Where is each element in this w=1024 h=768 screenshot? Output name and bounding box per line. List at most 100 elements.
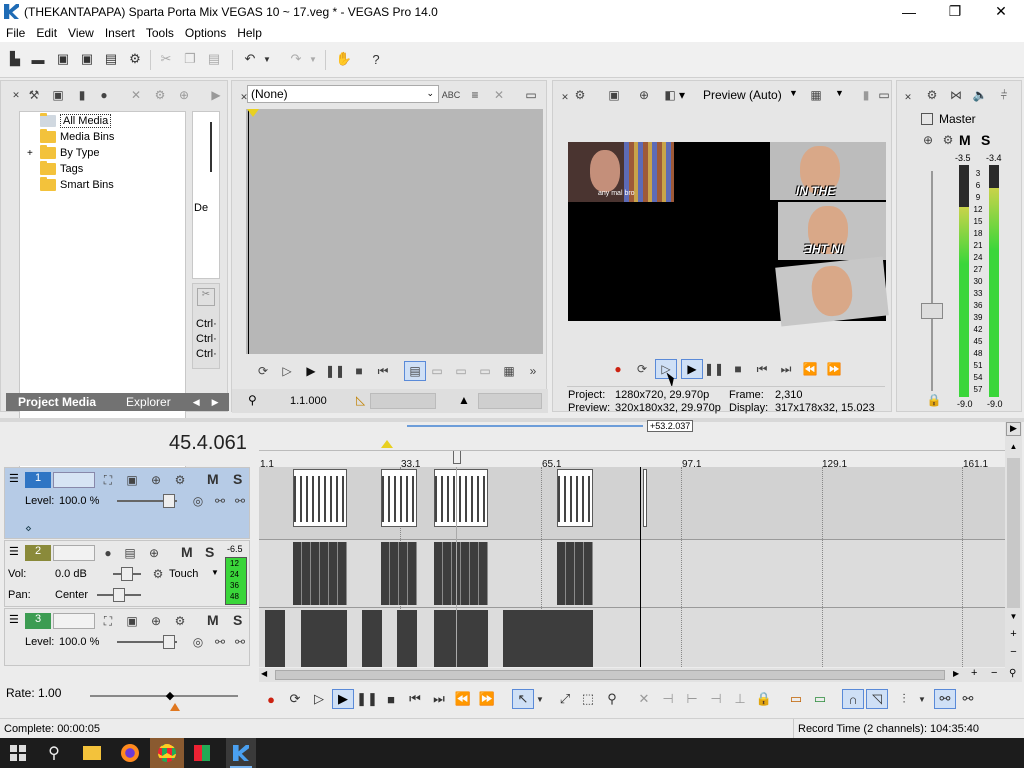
video-clip[interactable] — [557, 469, 593, 527]
cut-icon[interactable]: ✂ — [158, 51, 174, 67]
collapse-icon[interactable]: ☰ — [9, 613, 19, 626]
speaker-icon[interactable]: 🔈 — [973, 88, 988, 102]
zoom-out-horizontal-icon[interactable]: − — [991, 667, 997, 679]
go-to-end-icon[interactable]: ⏭ — [779, 362, 793, 376]
zoom-tool-icon[interactable]: ⚲ — [1009, 668, 1016, 679]
redo-dropdown-icon[interactable]: ▼ — [308, 51, 318, 67]
downmix-icon[interactable]: ⋈ — [949, 88, 963, 102]
master-settings-icon[interactable]: ⚙ — [941, 133, 955, 147]
file-explorer-icon[interactable] — [80, 742, 104, 764]
tree-item-by-type[interactable]: + By Type — [27, 145, 100, 161]
rate-handle-icon[interactable]: ◆ — [162, 689, 178, 703]
marker-panel-icon[interactable]: ▶ — [1006, 422, 1021, 436]
automation-mode-dropdown[interactable]: Touch — [169, 568, 198, 580]
external-monitor-icon[interactable]: ▣ — [607, 88, 621, 102]
trim-icon[interactable]: ⊣ — [658, 689, 678, 709]
master-mute-button[interactable]: M — [959, 132, 971, 148]
save-icon[interactable]: ▣ — [55, 51, 71, 67]
video-clip[interactable] — [293, 469, 347, 527]
web-icon[interactable]: ● — [97, 88, 111, 102]
loop-region-bar[interactable] — [407, 425, 643, 427]
timeline-vscroll[interactable]: ▶ ▲ ▼ + − — [1005, 422, 1022, 682]
play-from-start-icon[interactable]: ▷ — [309, 689, 329, 709]
move-icon[interactable]: ⊕ — [177, 88, 191, 102]
settings-icon[interactable]: ⚙ — [173, 473, 187, 487]
master-fx-icon[interactable]: ⊕ — [921, 133, 935, 147]
scroll-up-icon[interactable]: ▲ — [1006, 442, 1021, 456]
menu-help[interactable]: Help — [231, 26, 267, 40]
compositing-icon[interactable]: ⊕ — [149, 614, 163, 628]
undo-icon[interactable]: ↶ — [242, 51, 258, 67]
video-clip[interactable] — [434, 610, 488, 667]
paste-icon[interactable]: ▤ — [206, 51, 222, 67]
next-frame-icon[interactable]: ⏩ — [827, 362, 842, 376]
replace-icon[interactable]: ▭ — [478, 364, 492, 378]
overlays-icon[interactable]: ◧ — [663, 88, 677, 102]
track-name-field[interactable] — [53, 613, 95, 629]
play-icon[interactable]: ▶ — [304, 364, 318, 378]
record-icon[interactable]: ● — [611, 362, 625, 376]
loop-icon[interactable]: ⟳ — [635, 362, 649, 376]
track-header-1[interactable]: ☰ 1 ⛶ ▣ ⊕ ⚙ M S Level: 100.0 % ◎ ⚯ ⚯ ⋄ — [4, 467, 250, 539]
track-header-2[interactable]: ☰ 2 ● ▤ ⊕ M S -6.5 12 24 36 48 Vol: 0.0 … — [4, 540, 250, 607]
expand-icon[interactable]: + — [27, 148, 33, 159]
panel-close-icon[interactable]: ✕ — [558, 90, 572, 104]
master-solo-button[interactable]: S — [981, 132, 990, 148]
app-tiles-icon[interactable] — [190, 742, 214, 764]
plugin-icon[interactable]: ✋ — [336, 51, 352, 67]
level-slider[interactable] — [117, 494, 177, 508]
trim-start-icon[interactable]: ⊢ — [682, 689, 702, 709]
firefox-icon[interactable] — [118, 742, 142, 764]
track-motion-icon[interactable]: ⛶ — [101, 473, 115, 487]
track-name-field[interactable] — [53, 545, 95, 561]
parent-icon[interactable]: ⚯ — [213, 635, 227, 649]
track-name-field[interactable] — [53, 472, 95, 488]
scroll-right-icon[interactable]: ▶ — [953, 669, 959, 678]
copy-snapshot-icon[interactable]: ▮ — [859, 88, 873, 102]
open-icon[interactable]: ▬ — [30, 51, 46, 67]
fit-icon[interactable]: ▦ — [502, 364, 516, 378]
video-clip[interactable] — [397, 610, 417, 667]
zoom-tool-icon[interactable]: ⚲ — [602, 689, 622, 709]
scroll-left-icon[interactable]: ◀ — [261, 669, 267, 678]
mute-button[interactable]: M — [207, 612, 219, 628]
scroll-down-icon[interactable]: ▼ — [1006, 612, 1021, 626]
menu-insert[interactable]: Insert — [99, 26, 140, 40]
pause-icon[interactable]: ❚❚ — [356, 689, 378, 709]
menu-file[interactable]: File — [0, 26, 30, 40]
new-project-icon[interactable]: ▙ — [7, 51, 23, 67]
play-icon[interactable]: ▶ — [332, 689, 354, 709]
level-slider[interactable] — [117, 635, 177, 649]
stop-icon[interactable]: ■ — [381, 689, 401, 709]
audio-clip[interactable] — [381, 542, 417, 605]
tree-item-tags[interactable]: Tags — [40, 161, 83, 177]
composite-mode-icon[interactable]: ◎ — [191, 494, 205, 508]
loop-icon[interactable]: ⟳ — [256, 364, 270, 378]
window-icon[interactable]: ▭ — [524, 88, 538, 102]
region-insert-icon[interactable]: ▭ — [810, 689, 830, 709]
trim-end-icon[interactable]: ⊣ — [706, 689, 726, 709]
normal-edit-tool-icon[interactable]: ↖ — [512, 689, 534, 709]
volume-slider[interactable] — [113, 567, 141, 581]
undo-dropdown-icon[interactable]: ▼ — [262, 51, 272, 67]
menu-edit[interactable]: Edit — [30, 26, 62, 40]
marker-insert-icon[interactable]: ▭ — [786, 689, 806, 709]
fx-bypass-icon[interactable]: ⚯ — [233, 494, 247, 508]
whats-this-help-icon[interactable]: ? — [368, 51, 384, 67]
selection-start-field[interactable] — [370, 393, 436, 409]
tree-item-smart-bins[interactable]: Smart Bins — [40, 177, 114, 193]
start-icon[interactable] — [6, 742, 30, 764]
tab-project-media[interactable]: Project Media — [6, 393, 102, 411]
ripple-dropdown-icon[interactable]: ▼ — [916, 689, 928, 709]
menu-view[interactable]: View — [62, 26, 99, 40]
vegas-taskbar-icon[interactable] — [226, 738, 256, 768]
video-clip[interactable] — [381, 469, 417, 527]
video-clip[interactable] — [362, 610, 382, 667]
selection-tool-icon[interactable]: ⬚ — [578, 689, 598, 709]
pan-icon[interactable]: ⊕ — [147, 546, 161, 560]
grid-icon[interactable]: ▦ — [809, 88, 823, 102]
lock-icon[interactable]: 🔒 — [927, 393, 942, 407]
zoom-out-icon[interactable]: − — [1006, 646, 1021, 660]
grid-dropdown-icon[interactable]: ▼ — [835, 88, 844, 98]
rate-slider[interactable]: ◆ — [90, 690, 238, 711]
